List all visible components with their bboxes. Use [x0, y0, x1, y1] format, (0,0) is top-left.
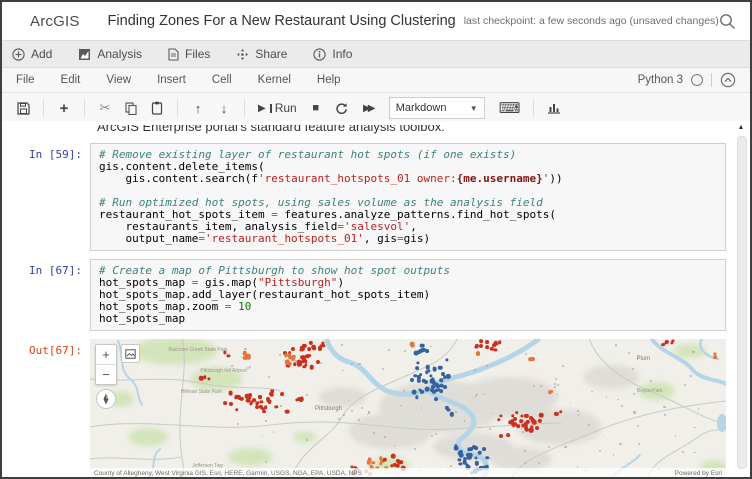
run-icon: ▶ [258, 103, 266, 114]
map-compass-button[interactable] [96, 389, 116, 409]
notebook-scroll-area[interactable]: ArcGIS Enterprise portal's standard feat… [2, 121, 750, 477]
menu-insert[interactable]: Insert [157, 74, 186, 86]
run-cell-button[interactable]: ▶ Run [254, 97, 301, 119]
cell-type-value: Markdown [396, 102, 447, 114]
notebook-scrollbar[interactable]: ▲ [735, 123, 747, 473]
map-labels-layer: Raccoon Creek State Park Pittsburgh Intl … [90, 339, 726, 477]
toolbar-separator [177, 99, 178, 117]
map-place-label: Boyce Park [637, 388, 663, 394]
code-editor[interactable]: # Create a map of Pittsburgh to show hot… [90, 259, 726, 331]
map-attribution-bar: County of Allegheny, West Virginia GIS, … [90, 468, 726, 477]
in-prompt: In [67]: [2, 259, 90, 277]
keyboard-icon: ⌨ [499, 99, 521, 117]
cell-type-select[interactable]: Markdown ▼ [389, 97, 485, 119]
restart-icon [335, 102, 348, 115]
action-item-add[interactable]: Add [12, 47, 52, 61]
restart-kernel-button[interactable] [331, 97, 353, 119]
out-prompt: Out[67]: [2, 339, 90, 357]
menu-view[interactable]: View [106, 74, 131, 86]
toolbar-separator [43, 99, 44, 117]
move-cell-down-button[interactable]: ↓ [213, 97, 235, 119]
compass-needle-icon [101, 393, 111, 405]
cell-toolbar-chart-button[interactable] [543, 97, 565, 119]
interrupt-kernel-button[interactable]: ■ [305, 97, 327, 119]
menu-edit[interactable]: Edit [61, 74, 81, 86]
map-zoom-out-button[interactable]: − [96, 364, 116, 384]
bar-chart-icon [547, 102, 561, 114]
command-palette-button[interactable]: ⌨ [495, 97, 525, 119]
app-header: ArcGIS Finding Zones For a New Restauran… [2, 2, 750, 41]
action-item-label: Add [31, 47, 52, 61]
info-icon [313, 48, 326, 61]
jupyter-menu-bar: File Edit View Insert Cell Kernel Help Python … [2, 68, 750, 93]
scrollbar-up-arrow[interactable]: ▲ [735, 123, 747, 133]
search-icon [719, 13, 736, 30]
map-attribution-text: County of Allegheny, West Virginia GIS, … [94, 470, 362, 477]
arcgis-logo: ArcGIS [30, 13, 80, 30]
action-item-label: Analysis [97, 47, 142, 61]
screenshot-icon [125, 349, 136, 359]
clipped-markdown-cell: ArcGIS Enterprise portal's standard feat… [97, 125, 726, 137]
cut-cell-button[interactable]: ✂ [94, 97, 116, 119]
action-item-share[interactable]: Share [236, 47, 287, 61]
menu-help[interactable]: Help [317, 74, 341, 86]
clipped-markdown-text: ArcGIS Enterprise portal's standard feat… [97, 125, 726, 134]
code-editor[interactable]: # Remove existing layer of restaurant ho… [90, 143, 726, 251]
save-icon [17, 102, 30, 115]
arcgis-notebook-window: ArcGIS Finding Zones For a New Restauran… [0, 0, 752, 479]
output-cell-row: Out[67]: [2, 339, 726, 477]
collapse-header-icon[interactable] [720, 72, 736, 88]
menu-cell[interactable]: Cell [212, 74, 232, 86]
run-label: Run [275, 101, 297, 115]
notebook-title: Finding Zones For a New Restaurant Using… [108, 13, 456, 29]
chevron-down-icon: ▼ [470, 104, 478, 113]
map-place-label: Raccoon Creek State Park [169, 347, 228, 353]
map-output[interactable]: Raccoon Creek State Park Pittsburgh Intl … [90, 339, 726, 477]
action-item-label: Share [255, 47, 287, 61]
map-zoom-in-button[interactable]: + [96, 345, 116, 364]
search-button[interactable] [719, 13, 736, 30]
code-cell-row: In [67]:# Create a map of Pittsburgh to … [2, 259, 726, 331]
paste-icon [151, 101, 163, 115]
copy-cell-button[interactable] [120, 97, 142, 119]
restart-run-all-button[interactable]: ▶▶ [357, 97, 379, 119]
paste-cell-button[interactable] [146, 97, 168, 119]
toolbar-separator [244, 99, 245, 117]
toolbar-separator [533, 99, 534, 117]
map-place-label: Plum [636, 356, 650, 362]
move-cell-up-button[interactable]: ↑ [187, 97, 209, 119]
action-item-label: Files [185, 47, 210, 61]
action-item-analysis[interactable]: Analysis [78, 47, 142, 61]
analysis-icon [78, 48, 91, 61]
cut-icon: ✂ [100, 100, 111, 116]
powered-by-esri: Powered by Esri [675, 470, 722, 477]
toolbar-separator [84, 99, 85, 117]
copy-icon [125, 102, 137, 115]
action-item-files[interactable]: Files [168, 47, 210, 61]
code-cell-row: In [59]:# Remove existing layer of resta… [2, 143, 726, 251]
scrollbar-thumb[interactable] [737, 136, 747, 469]
files-icon [168, 48, 179, 61]
in-prompt: In [59]: [2, 143, 90, 161]
menu-file[interactable]: File [16, 74, 35, 86]
map-zoom-control: + − [95, 344, 117, 385]
kernel-status-icon [691, 74, 703, 86]
add-icon [12, 48, 25, 61]
notebook-action-bar: Add Analysis Files Share Info [2, 41, 750, 68]
map-place-label: Pittsburgh [315, 406, 342, 412]
insert-cell-button[interactable]: + [53, 97, 75, 119]
jupyter-toolbar: + ✂ ↑ ↓ ▶ Run ■ ▶▶ Markdown ▼ ⌨ [2, 93, 750, 124]
checkpoint-status: last checkpoint: a few seconds ago (unsa… [464, 15, 719, 27]
map-place-label: Hillman State Park [181, 389, 222, 395]
map-screenshot-button[interactable] [121, 344, 140, 363]
menu-divider [711, 73, 712, 87]
run-icon-bar [270, 104, 272, 113]
action-item-label: Info [332, 47, 352, 61]
save-button[interactable] [12, 97, 34, 119]
menu-kernel[interactable]: Kernel [258, 74, 291, 86]
share-icon [236, 48, 249, 61]
kernel-name: Python 3 [638, 74, 683, 86]
map-place-label: Pittsburgh Intl Airport [200, 368, 246, 374]
action-item-info[interactable]: Info [313, 47, 352, 61]
